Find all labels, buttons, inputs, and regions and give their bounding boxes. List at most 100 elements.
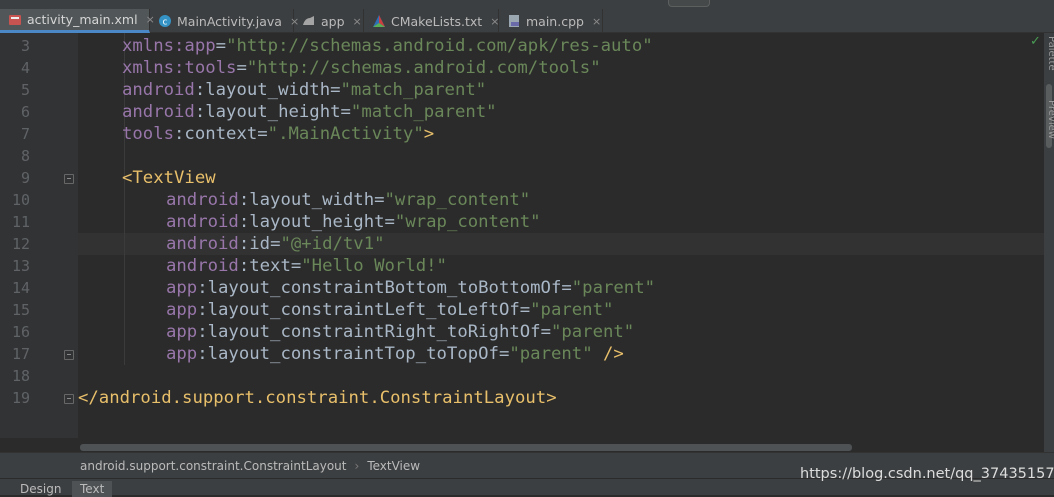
code-line: android:layout_width="match_parent" — [122, 79, 486, 101]
code-line: </android.support.constraint.ConstraintL… — [78, 387, 557, 409]
code-line: xmlns:app="http://schemas.android.com/ap… — [122, 35, 653, 57]
java-class-icon: c — [159, 15, 171, 28]
code-line: app:layout_constraintLeft_toLeftOf="pare… — [166, 299, 613, 321]
line-number: 3 — [20, 37, 30, 55]
equals-sign: = — [540, 322, 551, 342]
tab-mainactivity-java[interactable]: c MainActivity.java × — [150, 9, 299, 33]
preview-tool-tab[interactable]: Preview — [1046, 100, 1054, 139]
equals-sign: = — [330, 80, 341, 100]
line-number: 19 — [11, 389, 30, 407]
tag-self-close: /> — [592, 344, 624, 364]
code-line: android:text="Hello World!" — [166, 255, 447, 277]
cpp-file-icon — [509, 15, 519, 27]
tab-label: app — [321, 13, 345, 29]
cmake-icon — [373, 15, 385, 27]
tab-label: CMakeLists.txt — [391, 13, 483, 29]
line-number: 11 — [11, 213, 30, 231]
code-editor[interactable]: xmlns:app="http://schemas.android.com/ap… — [78, 33, 1044, 438]
attr-value: "http://schemas.android.com/tools" — [246, 58, 601, 78]
toolbar-fragment — [668, 0, 710, 7]
attr-value: "parent" — [509, 344, 593, 364]
attr-name: :layout_height — [194, 102, 341, 122]
equals-sign: = — [384, 212, 395, 232]
attr-namespace: android — [166, 234, 239, 254]
attr-value: "@+id/tv1" — [280, 234, 385, 254]
code-line: xmlns:tools="http://schemas.android.com/… — [122, 57, 601, 79]
line-number: 17 — [11, 345, 30, 363]
code-line: android:id="@+id/tv1" — [166, 233, 385, 255]
breadcrumb-item-textview[interactable]: TextView — [367, 459, 420, 473]
equals-sign: = — [519, 300, 531, 320]
fold-marker[interactable] — [64, 394, 74, 404]
fold-marker[interactable] — [64, 350, 74, 360]
attr-name: :layout_constraintTop_toTopOf — [197, 344, 499, 364]
attr-namespace: android — [166, 190, 239, 210]
line-number: 13 — [11, 257, 30, 275]
equals-sign: = — [290, 256, 302, 276]
attr-value: "parent" — [550, 322, 635, 342]
palette-tool-tab[interactable]: Palette — [1046, 36, 1054, 71]
attr-name: :layout_constraintRight_toRightOf — [197, 322, 541, 342]
code-line: app:layout_constraintRight_toRightOf="pa… — [166, 321, 634, 343]
code-line: app:layout_constraintTop_toTopOf="parent… — [166, 343, 624, 365]
editor-tab-bar: activity_main.xml × c MainActivity.java … — [0, 0, 1054, 33]
attr-value: "match_parent" — [350, 102, 497, 122]
equals-sign: = — [374, 190, 385, 210]
line-number: 18 — [11, 367, 30, 385]
line-number: 12 — [11, 235, 30, 253]
close-icon[interactable]: × — [353, 15, 362, 28]
line-number: 10 — [11, 191, 30, 209]
tab-cmakelists-txt[interactable]: CMakeLists.txt × — [364, 9, 499, 33]
attr-namespace: android — [122, 80, 195, 100]
attr-name: :context — [174, 124, 258, 144]
android-module-icon — [303, 16, 314, 25]
tab-activity-main-xml[interactable]: activity_main.xml × — [0, 9, 155, 33]
tab-app[interactable]: app × — [294, 9, 364, 33]
code-line: app:layout_constraintBottom_toBottomOf="… — [166, 277, 655, 299]
horizontal-scrollbar-thumb[interactable] — [80, 444, 852, 451]
attr-value: "parent" — [571, 278, 656, 298]
tag-close: > — [423, 124, 435, 144]
tab-main-cpp[interactable]: main.cpp × — [499, 9, 603, 33]
attr-value: "http://schemas.android.com/apk/res-auto… — [226, 36, 653, 56]
code-line: android:layout_height="wrap_content" — [166, 211, 541, 233]
equals-sign: = — [498, 344, 510, 364]
attr-name: :app — [174, 36, 216, 56]
equals-sign: = — [257, 124, 268, 144]
line-number: 15 — [11, 301, 30, 319]
line-number-gutter: 3 4 5 6 7 8 9 10 11 12 13 14 15 16 17 18… — [0, 33, 78, 438]
attr-name: :layout_constraintBottom_toBottomOf — [197, 278, 562, 298]
attr-name: :layout_constraintLeft_toLeftOf — [197, 300, 520, 320]
top-toolbar-strip — [0, 0, 1054, 8]
attr-value: "wrap_content" — [384, 190, 531, 210]
attr-name: :layout_width — [238, 190, 375, 210]
attr-namespace: tools — [122, 124, 175, 144]
attr-value: "Hello World!" — [301, 256, 447, 276]
attr-name: :text — [238, 256, 291, 276]
tab-label: MainActivity.java — [177, 13, 282, 29]
indent-guide — [124, 187, 125, 365]
horizontal-scrollbar[interactable] — [78, 438, 1044, 452]
breadcrumb-item-constraintlayout[interactable]: android.support.constraint.ConstraintLay… — [80, 459, 347, 473]
equals-sign: = — [561, 278, 572, 298]
attr-namespace: xmlns — [122, 58, 175, 78]
attr-namespace: app — [166, 344, 198, 364]
line-number: 16 — [11, 323, 30, 341]
inspection-ok-icon: ✓ — [1030, 34, 1041, 49]
attr-namespace: android — [122, 102, 195, 122]
attr-namespace: android — [166, 256, 239, 276]
line-number: 4 — [20, 59, 30, 77]
attr-namespace: android — [166, 212, 239, 232]
tag-open: <TextView — [122, 168, 216, 188]
attr-namespace: app — [166, 278, 198, 298]
equals-sign: = — [270, 234, 281, 254]
code-line: android:layout_height="match_parent" — [122, 101, 497, 123]
equals-sign: = — [215, 36, 227, 56]
attr-name: :tools — [174, 58, 237, 78]
code-line: tools:context=".MainActivity"> — [122, 123, 434, 145]
close-icon[interactable]: × — [592, 15, 601, 28]
fold-marker[interactable] — [64, 174, 74, 184]
equals-sign: = — [236, 58, 247, 78]
code-line: <TextView — [122, 167, 216, 189]
attr-value: "parent" — [530, 300, 614, 320]
